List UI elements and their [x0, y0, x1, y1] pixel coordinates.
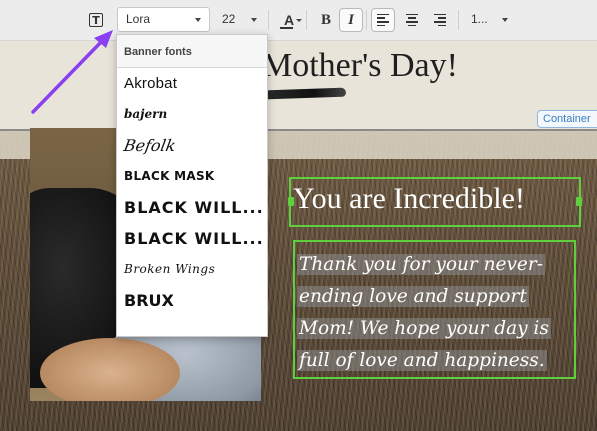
annotation-arrow-icon: [31, 30, 113, 114]
